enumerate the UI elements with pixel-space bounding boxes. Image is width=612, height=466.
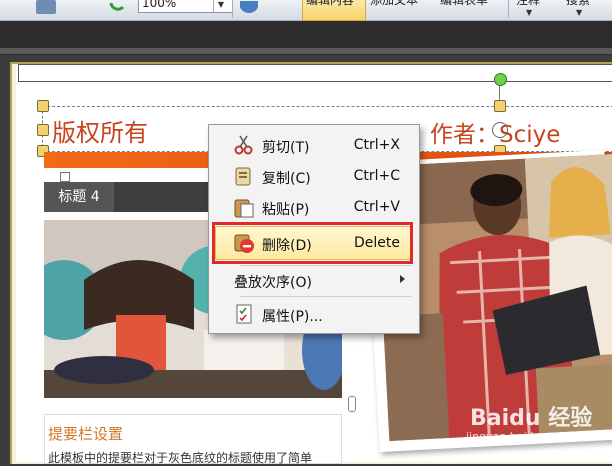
menu-item-paste[interactable]: 粘贴(P) Ctrl+V: [209, 192, 417, 222]
menu-separator: [240, 296, 412, 297]
section-label: 标题 4: [44, 182, 114, 212]
rotation-handle[interactable]: [494, 73, 507, 86]
sidebar-text: 此模板中的提要栏对于灰色底纹的标题使用了简单: [48, 451, 313, 465]
watermark-url: jingyan.baidu.com: [466, 430, 568, 443]
help-icon[interactable]: [239, 0, 259, 14]
menu-item-copy[interactable]: 复制(C) Ctrl+C: [209, 161, 417, 191]
copy-icon: [233, 165, 255, 187]
menu-item-label: 粘贴(P): [262, 202, 310, 218]
add-text-button[interactable]: 添加文本: [370, 0, 418, 14]
scissors-icon: [233, 134, 255, 156]
menu-item-shortcut: Ctrl+C: [353, 168, 400, 184]
resize-handle[interactable]: [37, 124, 49, 136]
watermark-logo: Baidu 经验: [470, 406, 593, 431]
menu-item-cut[interactable]: 剪切(T) Ctrl+X: [209, 130, 417, 160]
menu-item-label: 复制(C): [262, 171, 311, 187]
camera-icon[interactable]: [36, 0, 56, 14]
paste-icon: [233, 196, 255, 218]
menu-item-label: 叠放次序(O): [234, 275, 312, 291]
resize-handle[interactable]: [37, 100, 49, 112]
menu-item-arrange[interactable]: 叠放次序(O): [209, 265, 417, 295]
anchor-icon: [60, 172, 70, 182]
author-label: 作者：: [430, 122, 499, 148]
menu-item-shortcut: Ctrl+V: [353, 199, 400, 215]
edit-form-button[interactable]: 编辑表单: [440, 0, 488, 14]
chevron-down-icon: ▼: [576, 8, 583, 17]
refresh-icon[interactable]: [108, 0, 126, 14]
annotation-highlight-box: [212, 222, 413, 264]
properties-icon: [233, 303, 255, 325]
scrollbar-thumb[interactable]: [348, 396, 356, 412]
zoom-dropdown-button[interactable]: ▼: [213, 0, 228, 12]
toolbar-separator: [508, 0, 509, 18]
chevron-down-icon: ▼: [526, 8, 533, 17]
header-text-box[interactable]: [18, 64, 612, 82]
zoom-value: 100%: [142, 0, 177, 10]
menu-item-properties[interactable]: 属性(P)...: [209, 299, 417, 329]
menu-item-label: 剪切(T): [262, 140, 310, 156]
ribbon-border: [0, 48, 612, 54]
sidebar-title: 提要栏设置: [48, 425, 124, 443]
toolbar-separator: [232, 0, 233, 18]
menu-item-label: 属性(P)...: [262, 309, 323, 325]
resize-handle[interactable]: [494, 100, 506, 112]
header-title: 版权所有: [52, 119, 148, 147]
submenu-arrow-icon: [400, 275, 405, 283]
author-name: Sciye: [499, 122, 561, 148]
edit-content-label: 编辑内容: [306, 0, 355, 7]
target-icon: [492, 122, 508, 138]
menu-item-shortcut: Ctrl+X: [353, 137, 400, 153]
